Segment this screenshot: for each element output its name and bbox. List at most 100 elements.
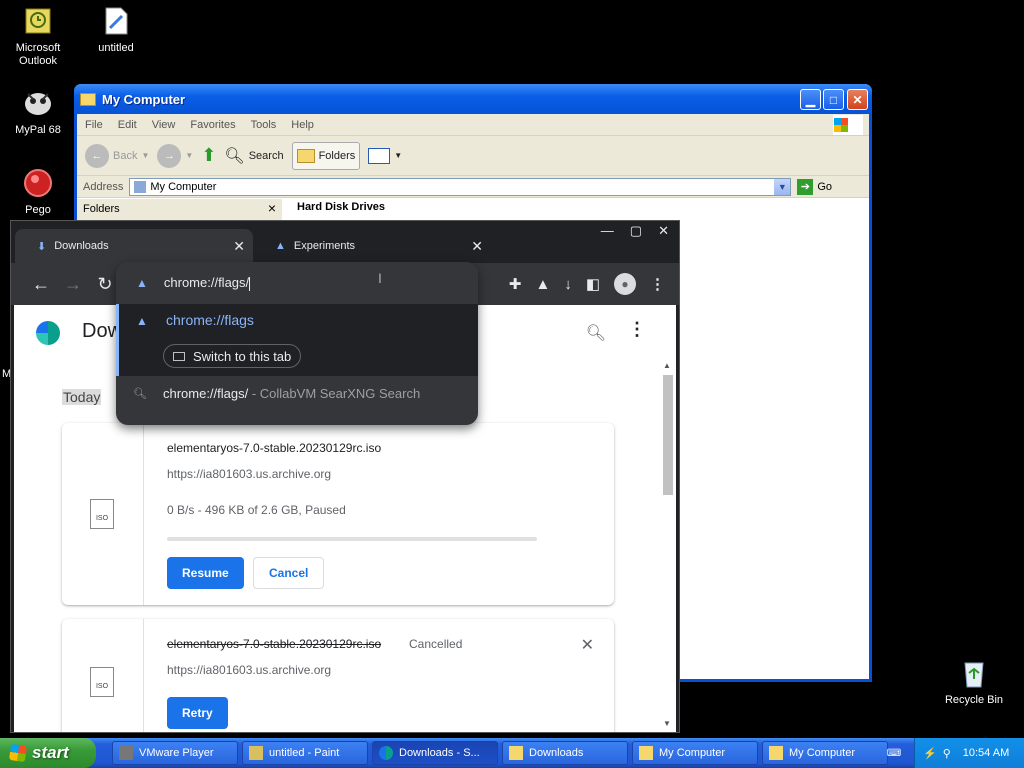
taskbar-item-vmware[interactable]: VMware Player — [112, 741, 238, 765]
keyboard-icon[interactable]: ⌨ — [886, 745, 902, 761]
up-button[interactable]: ⬆ — [201, 145, 216, 166]
tab-strip: ⬇ Downloads ✕ ▲ Experiments ✕ — ▢ ✕ — [11, 221, 679, 263]
back-arrow-icon: ← — [85, 143, 109, 168]
omnibox-suggestion-search[interactable]: 🔍︎ chrome://flags/ - CollabVM SearXNG Se… — [116, 376, 478, 410]
minimize-button[interactable]: — — [601, 223, 614, 239]
tab-experiments[interactable]: ▲ Experiments ✕ — [253, 229, 491, 263]
taskbar-item-downloads-folder[interactable]: Downloads — [502, 741, 628, 765]
download-status: 0 B/s - 496 KB of 2.6 GB, Paused — [167, 503, 346, 517]
menu-file[interactable]: File — [85, 119, 103, 131]
menu-edit[interactable]: Edit — [118, 119, 137, 131]
download-item: ISO elementaryos-7.0-stable.20230129rc.i… — [62, 423, 614, 605]
desktop-icon-label: Recycle Bin — [944, 694, 1004, 706]
folder-icon — [769, 746, 783, 760]
windows-logo-icon — [833, 115, 863, 135]
task-label: My Computer — [659, 747, 726, 759]
chevron-down-icon[interactable]: ▼ — [774, 178, 791, 195]
folder-icon — [639, 746, 653, 760]
side-panel-icon[interactable]: ◧ — [586, 275, 600, 293]
file-url[interactable]: https://ia801603.us.archive.org — [167, 467, 331, 481]
extensions-icon[interactable]: ✚ — [509, 275, 522, 293]
flask-icon[interactable]: ▲ — [535, 276, 550, 293]
folders-button[interactable]: Folders — [291, 141, 361, 170]
desktop-icon-recycle-bin[interactable]: Recycle Bin — [936, 656, 1012, 707]
scroll-thumb[interactable] — [663, 375, 673, 495]
scrollbar[interactable]: ▲ ▼ — [662, 359, 674, 728]
avatar[interactable]: ● — [614, 273, 636, 295]
section-header: Hard Disk Drives — [297, 201, 386, 213]
forward-arrow-icon[interactable]: → — [57, 274, 89, 295]
cancel-button[interactable]: Cancel — [253, 557, 325, 589]
paint-file-icon — [99, 4, 133, 38]
taskbar: start VMware Player untitled - Paint Dow… — [0, 738, 1024, 768]
address-input[interactable]: My Computer ▼ — [129, 177, 792, 196]
omnibox-suggestion-flags[interactable]: ▲ chrome://flags Switch to this tab — [116, 304, 478, 376]
more-menu-icon[interactable]: ⋮ — [628, 319, 646, 340]
scroll-up-icon[interactable]: ▲ — [663, 361, 671, 370]
omnibox-text: chrome://flags/ — [163, 275, 250, 291]
download-icon: ⬇ — [37, 240, 47, 253]
start-button[interactable]: start — [0, 738, 96, 768]
tab-downloads[interactable]: ⬇ Downloads ✕ — [15, 229, 253, 263]
search-icon[interactable]: 🔍︎ — [586, 323, 606, 343]
back-arrow-icon[interactable]: ← — [25, 274, 57, 295]
close-button[interactable]: ✕ — [658, 223, 669, 239]
search-button[interactable]: 🔍︎ Search — [224, 146, 283, 166]
taskbar-item-my-computer[interactable]: My Computer — [762, 741, 888, 765]
menu-view[interactable]: View — [152, 119, 176, 131]
taskbar-item-paint[interactable]: untitled - Paint — [242, 741, 368, 765]
address-bar: Address My Computer ▼ ➔ Go — [77, 176, 869, 198]
flask-icon: ▲ — [275, 240, 286, 252]
file-icon-column: ISO — [62, 619, 144, 732]
task-label: VMware Player — [139, 747, 214, 759]
minimize-button[interactable]: ▁ — [800, 89, 821, 110]
maximize-button[interactable]: ▢ — [630, 223, 642, 239]
desktop-icon-untitled[interactable]: untitled — [78, 4, 154, 55]
search-icon: 🔍︎ — [133, 387, 147, 400]
taskbar-item-chrome-downloads[interactable]: Downloads - S... — [372, 741, 498, 765]
download-item: ISO elementaryos-7.0-stable.20230129rc.i… — [62, 619, 614, 732]
desktop-icon-outlook[interactable]: Microsoft Outlook — [0, 4, 76, 68]
retry-button[interactable]: Retry — [167, 697, 228, 729]
omnibox-input[interactable]: ▲ chrome://flags/ — [116, 262, 478, 304]
maximize-button[interactable]: □ — [823, 89, 844, 110]
file-name: elementaryos-7.0-stable.20230129rc.iso — [167, 637, 382, 651]
file-icon-column: ISO — [62, 423, 144, 605]
more-menu-icon[interactable]: ⋮ — [650, 275, 665, 293]
desktop-icon-pego[interactable]: Pego — [0, 166, 76, 217]
menu-favorites[interactable]: Favorites — [190, 119, 235, 131]
close-icon[interactable]: ✕ — [581, 635, 594, 655]
search-icon: 🔍︎ — [224, 147, 245, 165]
download-icon[interactable]: ↓ — [564, 276, 572, 293]
forward-button[interactable]: → ▼ — [157, 143, 193, 168]
resume-button[interactable]: Resume — [167, 557, 244, 589]
search-icon[interactable]: ⚲ — [943, 747, 951, 760]
network-icon[interactable]: ⚡ — [923, 747, 937, 760]
window-titlebar[interactable]: My Computer ▁ □ ✕ — [74, 84, 872, 114]
clock[interactable]: 10:54 AM — [963, 747, 1009, 759]
go-button[interactable]: ➔ Go — [797, 178, 832, 195]
task-label: Downloads — [529, 747, 584, 759]
scroll-down-icon[interactable]: ▼ — [663, 719, 671, 728]
taskbar-item-my-computer[interactable]: My Computer — [632, 741, 758, 765]
close-button[interactable]: ✕ — [847, 89, 868, 110]
switch-tab-label: Switch to this tab — [193, 348, 292, 364]
file-url[interactable]: https://ia801603.us.archive.org — [167, 663, 331, 677]
folders-pane-header: Folders × — [77, 199, 282, 221]
close-icon[interactable]: × — [268, 200, 276, 216]
switch-to-tab-button[interactable]: Switch to this tab — [163, 344, 302, 368]
tab-icon — [173, 351, 185, 361]
views-button[interactable]: ▼ — [368, 147, 402, 164]
chrome-icon — [379, 746, 393, 760]
suggestion-label: chrome://flags — [166, 312, 254, 328]
menu-tools[interactable]: Tools — [251, 119, 277, 131]
task-label: untitled - Paint — [269, 747, 340, 759]
menu-help[interactable]: Help — [291, 119, 314, 131]
paint-icon — [249, 746, 263, 760]
back-button[interactable]: ← Back ▼ — [85, 143, 149, 168]
flask-icon: ▲ — [136, 276, 148, 290]
desktop-icon-mypal[interactable]: MyPal 68 — [0, 86, 76, 137]
file-name[interactable]: elementaryos-7.0-stable.20230129rc.iso — [167, 441, 381, 455]
close-icon[interactable]: ✕ — [471, 238, 483, 255]
close-icon[interactable]: ✕ — [233, 238, 245, 255]
